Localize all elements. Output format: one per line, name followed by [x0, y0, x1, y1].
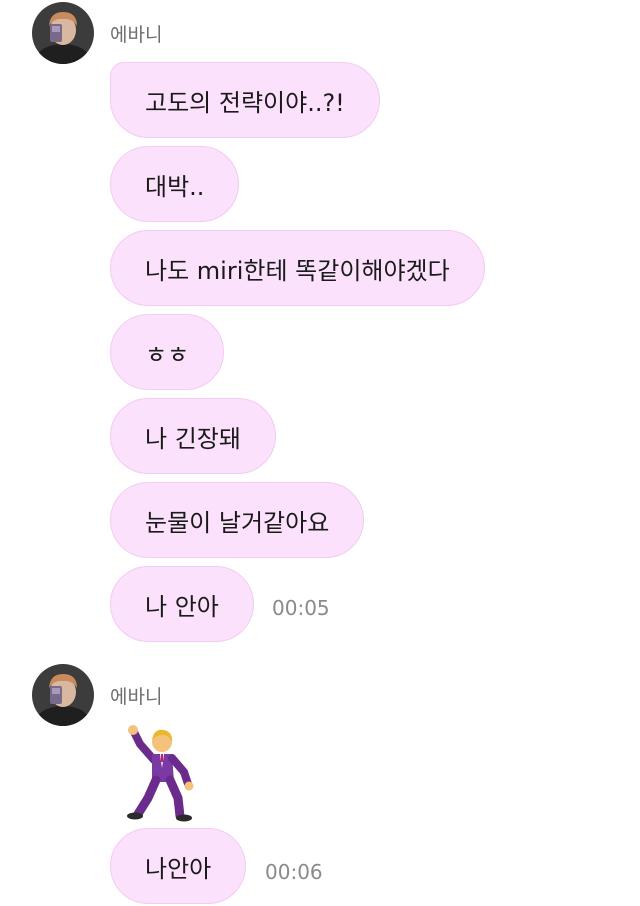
sender-name: 에바니 — [110, 686, 163, 708]
avatar[interactable] — [32, 664, 94, 726]
message-bubble[interactable]: 나 긴장돼 — [110, 398, 276, 474]
message-bubble[interactable]: 눈물이 날거같아요 — [110, 482, 365, 558]
message-timestamp: 00:06 — [265, 860, 323, 884]
message-bubble[interactable]: 고도의 전략이야..?! — [110, 62, 380, 138]
message-bubble[interactable]: ㅎㅎ — [110, 314, 225, 390]
message-bubble[interactable]: 나도 miri한테 똑같이해야겠다 — [110, 230, 485, 306]
sender-name: 에바니 — [110, 24, 163, 46]
message-bubble[interactable]: 나 안아 — [110, 566, 254, 642]
message-bubble[interactable]: 대박.. — [110, 146, 240, 222]
message-timestamp: 00:05 — [272, 596, 330, 620]
man-dancing-emoji[interactable] — [118, 722, 214, 822]
message-bubble[interactable]: 나안아 — [110, 828, 247, 904]
avatar[interactable] — [32, 2, 94, 64]
